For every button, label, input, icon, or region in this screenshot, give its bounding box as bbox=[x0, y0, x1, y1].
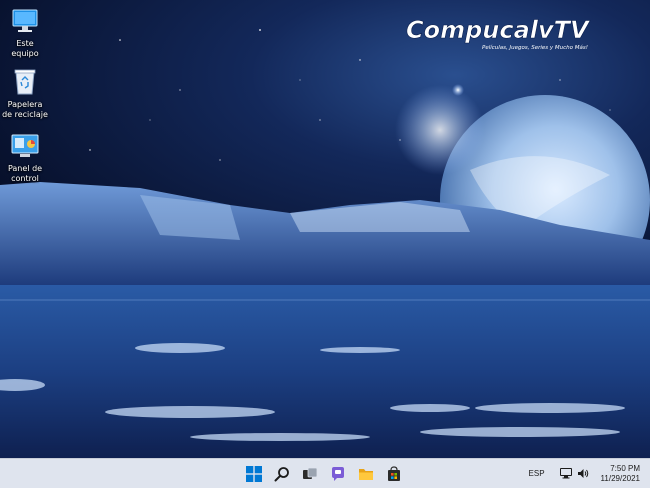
network-icon[interactable] bbox=[559, 467, 573, 481]
computer-icon bbox=[10, 6, 40, 36]
chat-button[interactable] bbox=[327, 463, 349, 485]
search-button[interactable] bbox=[271, 463, 293, 485]
desktop-wallpaper bbox=[0, 0, 650, 458]
task-view-icon bbox=[303, 467, 318, 479]
clock[interactable]: 7:50 PM 11/29/2021 bbox=[601, 464, 640, 484]
clock-date: 11/29/2021 bbox=[600, 473, 640, 483]
start-icon bbox=[246, 465, 262, 482]
logo-tagline: Películas, Juegos, Series y Mucho Más! bbox=[482, 44, 588, 51]
clock-time: 7:50 PM bbox=[610, 463, 640, 473]
desktop-icon-this-pc[interactable]: Este equipo bbox=[2, 6, 48, 59]
system-tray: ESP 7:50 PM 11/29/2021 bbox=[529, 459, 650, 488]
volume-icon[interactable] bbox=[576, 467, 590, 481]
desktop-icon-control-panel[interactable]: Panel de control bbox=[2, 131, 48, 184]
control-panel-icon bbox=[10, 131, 40, 161]
file-explorer-icon bbox=[359, 468, 373, 480]
watermark-logo: CompucalvTV Películas, Juegos, Series y … bbox=[400, 8, 646, 60]
desktop-icon-recycle-bin[interactable]: Papelera de reciclaje bbox=[2, 67, 48, 120]
desktop-icon-label: Papelera de reciclaje bbox=[2, 100, 48, 119]
task-view-button[interactable] bbox=[299, 463, 321, 485]
logo-brand: CompucalvTV bbox=[406, 16, 591, 44]
search-icon bbox=[274, 466, 289, 481]
desktop-icon-label: Panel de control bbox=[7, 164, 43, 183]
taskbar: ESP 7:50 PM 11/29/2021 bbox=[0, 458, 650, 488]
taskbar-pinned-apps bbox=[243, 459, 405, 488]
start-button[interactable] bbox=[243, 463, 265, 485]
file-explorer-button[interactable] bbox=[355, 463, 377, 485]
chat-icon bbox=[332, 466, 344, 481]
language-indicator[interactable]: ESP bbox=[529, 469, 545, 478]
recycle-bin-icon bbox=[10, 67, 40, 97]
store-button[interactable] bbox=[383, 463, 405, 485]
store-icon bbox=[388, 465, 400, 481]
desktop-icon-label: Este equipo bbox=[11, 39, 39, 58]
